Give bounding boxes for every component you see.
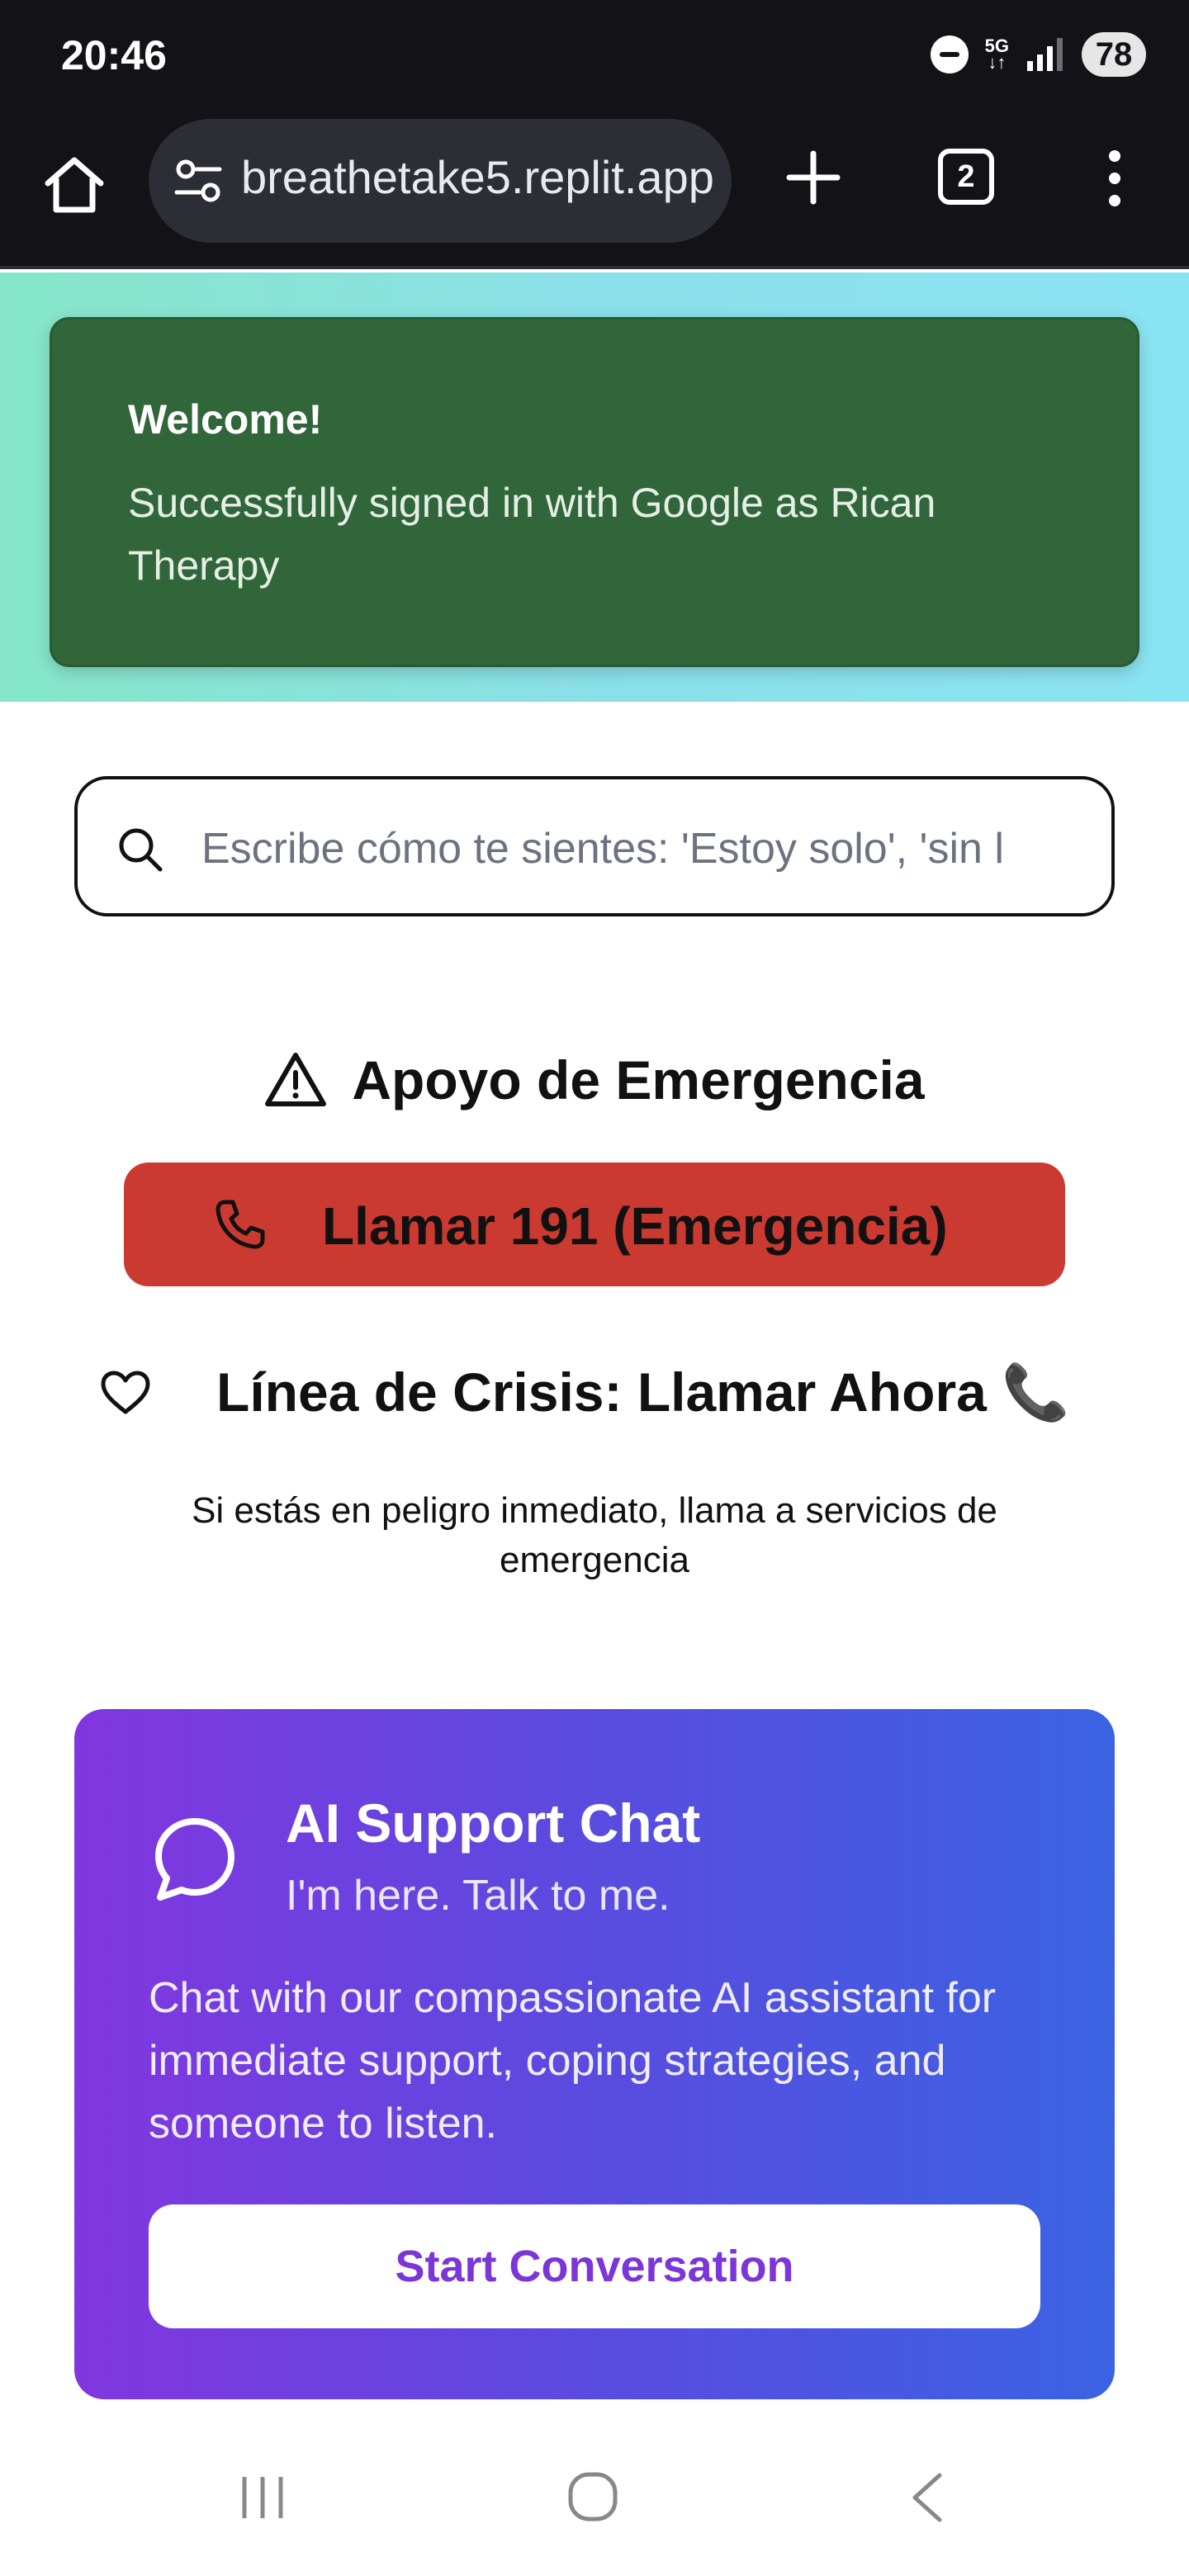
call-button-label[interactable]: Llamar 191 (Emergencia) <box>322 1196 948 1257</box>
phone-icon <box>216 1200 265 1249</box>
warning-triangle-icon <box>265 1053 327 1106</box>
browser-toolbar: breathetake5.replit.app 2 <box>0 112 1189 269</box>
heart-icon <box>101 1371 150 1414</box>
toast-title: Welcome! <box>128 396 323 443</box>
home-icon[interactable] <box>41 152 107 218</box>
system-navigation-bar <box>0 2436 1189 2576</box>
feelings-search-input[interactable] <box>201 804 1085 893</box>
chat-bubble-icon <box>155 1818 234 1901</box>
emergency-note: Si estás en peligro inmediato, llama a s… <box>192 1490 997 1580</box>
new-tab-icon[interactable] <box>784 149 842 206</box>
search-icon <box>119 828 163 872</box>
battery-indicator: 78 <box>1082 32 1146 77</box>
ai-support-card: AI Support Chat I'm here. Talk to me. Ch… <box>74 1709 1115 2399</box>
crisis-line-label[interactable]: Línea de Crisis: Llamar Ahora 📞 <box>216 1361 1069 1425</box>
site-settings-icon[interactable] <box>173 156 223 206</box>
status-bar: 20:46 5G ↓↑ 78 <box>0 0 1189 112</box>
crisis-line-link[interactable]: Línea de Crisis: Llamar Ahora 📞 <box>99 1354 1106 1428</box>
network-5g-icon: 5G ↓↑ <box>985 37 1009 73</box>
status-time: 20:46 <box>61 32 167 78</box>
url-text[interactable]: breathetake5.replit.app <box>241 150 720 204</box>
status-icons: 5G ↓↑ 78 <box>930 31 1146 78</box>
ai-card-title: AI Support Chat <box>286 1792 701 1854</box>
ai-card-description: Chat with our compassionate AI assistant… <box>149 1974 997 2147</box>
tab-switcher-button[interactable]: 2 <box>938 149 994 205</box>
do-not-disturb-icon <box>930 36 969 73</box>
emergency-heading: Apoyo de Emergencia <box>0 1049 1189 1111</box>
toast-message: Successfully signed in with Google as Ri… <box>128 480 936 589</box>
more-menu-icon[interactable] <box>1098 145 1131 211</box>
ai-card-subtitle: I'm here. Talk to me. <box>286 1872 670 1920</box>
feelings-search-box[interactable] <box>74 776 1115 916</box>
welcome-toast[interactable]: Welcome! Successfully signed in with Goo… <box>50 317 1139 667</box>
address-bar[interactable]: breathetake5.replit.app <box>149 119 732 243</box>
home-circle-icon[interactable] <box>566 2470 619 2523</box>
back-chevron-icon[interactable] <box>907 2470 948 2525</box>
call-emergency-button[interactable]: Llamar 191 (Emergencia) <box>124 1163 1065 1286</box>
start-conversation-button[interactable]: Start Conversation <box>149 2204 1040 2328</box>
signal-icon <box>1027 38 1063 71</box>
recent-apps-icon[interactable] <box>238 2472 287 2523</box>
welcome-banner-area: Welcome! Successfully signed in with Goo… <box>0 272 1189 702</box>
emergency-title: Apoyo de Emergencia <box>352 1049 925 1110</box>
data-arrows-icon: ↓↑ <box>988 52 1007 73</box>
